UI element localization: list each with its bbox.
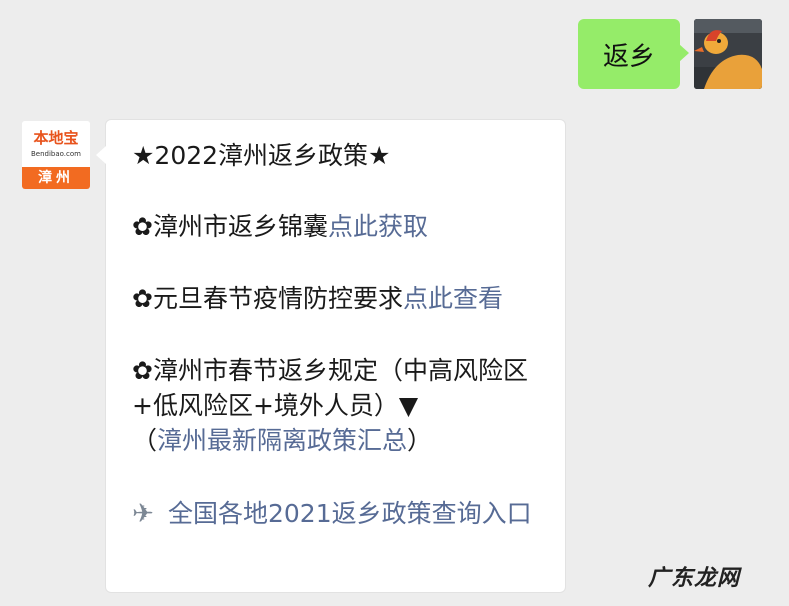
user-message-text: 返乡 [602, 41, 655, 72]
bendibao-avatar[interactable]: 本地宝 Bendibao.com 漳州 [22, 121, 90, 189]
epidemic-requirements-link[interactable]: 点此查看 [403, 284, 503, 313]
open-paren: （ [132, 426, 158, 455]
message-title: ★2022漳州返乡政策★ [132, 141, 391, 170]
item-spring-festival-rules: ✿漳州市春节返乡规定（中高风险区+低风险区+境外人员）▼ （漳州最新隔离政策汇总… [132, 353, 557, 458]
national-policy-query-link[interactable]: 全国各地2021返乡政策查询入口 [168, 499, 532, 528]
close-paren: ） [407, 426, 433, 455]
user-avatar[interactable] [694, 19, 762, 89]
bot-message-bubble: ★2022漳州返乡政策★ ✿漳州市返乡锦囊点此获取 ✿元旦春节疫情防控要求点此查… [96, 119, 566, 593]
duck-avatar-image [694, 19, 762, 89]
returning-kit-link[interactable]: 点此获取 [328, 212, 428, 241]
user-message-bubble[interactable]: 返乡 [578, 19, 689, 89]
item-returning-kit-text: ✿漳州市返乡锦囊 [132, 212, 328, 241]
airplane-icon: ✈ [132, 499, 154, 529]
watermark-text: 广东龙网 [648, 566, 741, 591]
item-epidemic-requirements-text: ✿元旦春节疫情防控要求 [132, 284, 403, 313]
item-national-query: ✈ 全国各地2021返乡政策查询入口 [132, 496, 557, 532]
logo-url-text: Bendibao.com [30, 150, 81, 158]
spring-festival-rules-text: ✿漳州市春节返乡规定（中高风险区+低风险区+境外人员）▼ [132, 356, 528, 420]
logo-city-text: 漳州 [22, 167, 90, 189]
quarantine-policy-link[interactable]: 漳州最新隔离政策汇总 [157, 426, 407, 455]
logo-brand-text: 本地宝 [33, 129, 79, 147]
item-returning-kit: ✿漳州市返乡锦囊点此获取 [132, 209, 557, 244]
logo-top: 本地宝 Bendibao.com [22, 121, 90, 167]
item-epidemic-requirements: ✿元旦春节疫情防控要求点此查看 [132, 281, 557, 316]
